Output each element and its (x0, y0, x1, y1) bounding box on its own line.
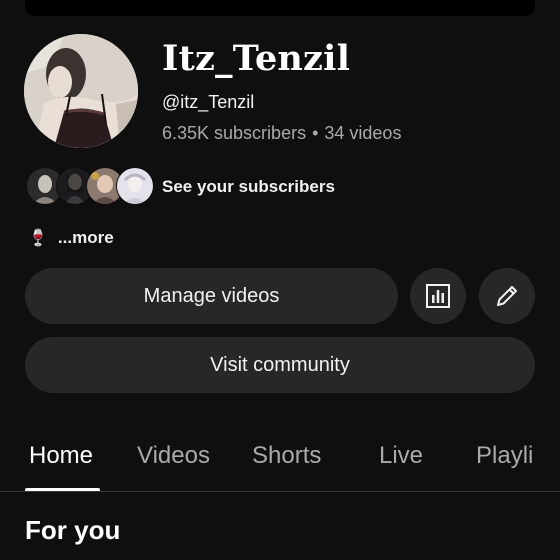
wine-glass-icon: 🍷 (28, 230, 48, 247)
channel-stats: 6.35K subscribers • 34 videos (162, 123, 401, 144)
manage-videos-button[interactable]: Manage videos (25, 268, 398, 324)
see-subscribers-label[interactable]: See your subscribers (162, 177, 335, 197)
subscriber-avatars (26, 167, 154, 205)
edit-channel-button[interactable] (479, 268, 535, 324)
pencil-icon (497, 286, 517, 306)
visit-community-button[interactable]: Visit community (25, 337, 535, 393)
tab-home[interactable]: Home (29, 442, 93, 470)
channel-handle: @itz_Tenzil (162, 92, 255, 112)
avatar-image (24, 34, 138, 148)
analytics-icon (426, 284, 450, 308)
subscriber-avatar (116, 167, 154, 205)
top-bar (25, 0, 535, 16)
video-count: 34 videos (324, 123, 402, 143)
channel-avatar[interactable] (24, 34, 138, 148)
more-link[interactable]: ...more (58, 228, 114, 248)
visit-community-label: Visit community (210, 353, 350, 376)
tab-videos[interactable]: Videos (137, 442, 210, 470)
manage-videos-label: Manage videos (143, 284, 280, 307)
tab-live[interactable]: Live (379, 442, 423, 470)
channel-tabs: Home Videos Shorts Live Playli (0, 430, 560, 492)
subscriber-count: 6.35K subscribers (162, 123, 307, 143)
description-row[interactable]: 🍷 ...more (28, 226, 114, 250)
section-title: For you (25, 515, 121, 545)
see-subscribers-row[interactable]: See your subscribers (26, 167, 335, 205)
stats-separator: • (312, 123, 319, 143)
tab-playlists[interactable]: Playli (476, 442, 533, 470)
tab-shorts[interactable]: Shorts (252, 442, 321, 470)
channel-name: Itz_Tenzil (162, 38, 351, 79)
analytics-button[interactable] (410, 268, 466, 324)
tabs-divider (0, 491, 560, 492)
